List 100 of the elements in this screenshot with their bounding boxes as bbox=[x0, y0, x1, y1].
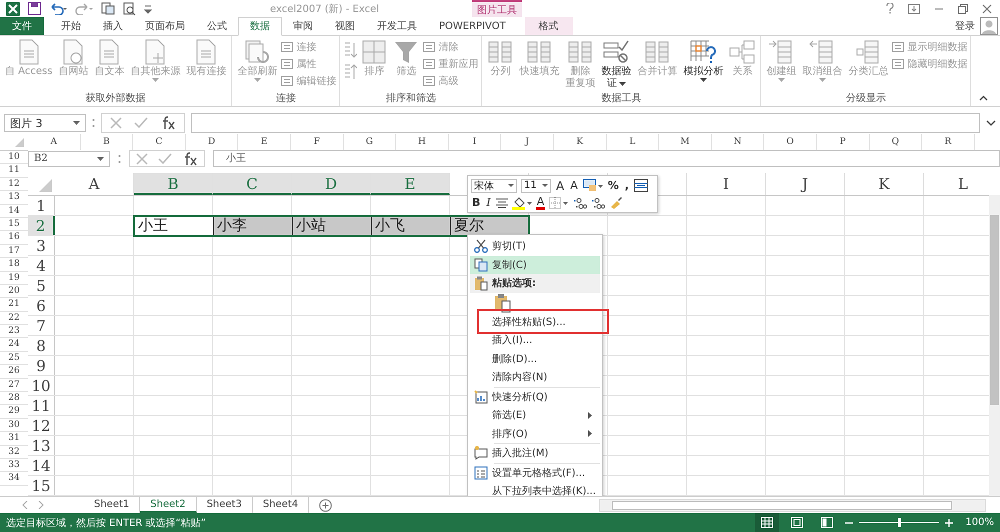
zoom-in-icon[interactable] bbox=[945, 518, 954, 526]
undo-icon[interactable] bbox=[49, 2, 67, 14]
close-icon[interactable] bbox=[982, 4, 992, 14]
column-header[interactable]: Q bbox=[870, 134, 922, 150]
name-box[interactable]: 图片 3 bbox=[4, 114, 86, 132]
more-icon bbox=[92, 118, 95, 128]
group-label: 获取外部数据 bbox=[84, 92, 147, 106]
expand-formula-icon[interactable] bbox=[986, 120, 996, 126]
bold-button[interactable]: B bbox=[471, 196, 482, 210]
column-header[interactable]: E bbox=[238, 134, 291, 150]
menu-item[interactable]: 复制(C) bbox=[470, 256, 600, 274]
borders-icon[interactable] bbox=[549, 196, 570, 208]
status-message: 选定目标区域，然后按 ENTER 或选择“粘贴” bbox=[6, 516, 206, 530]
format-painter-icon[interactable] bbox=[609, 196, 624, 209]
group-label: 排序和筛选 bbox=[384, 92, 437, 106]
decimal-icon[interactable] bbox=[573, 196, 588, 208]
italic-button[interactable]: I bbox=[485, 196, 492, 210]
ribbon-button[interactable]: 模拟分析 bbox=[681, 38, 726, 83]
row-header: 3 bbox=[28, 236, 55, 255]
merge-cells-icon[interactable] bbox=[634, 179, 648, 192]
column-header[interactable]: O bbox=[764, 134, 817, 150]
help-icon[interactable] bbox=[886, 3, 894, 14]
number-format-button[interactable]: % bbox=[606, 178, 620, 192]
sheet-tab[interactable]: Sheet2 bbox=[140, 497, 197, 513]
menu-item[interactable]: 删除(D)... bbox=[470, 350, 600, 368]
ribbon-tab[interactable]: 页面布局 bbox=[134, 17, 196, 35]
normal-view-button[interactable] bbox=[755, 513, 780, 532]
font-size-dropdown[interactable]: 11 bbox=[521, 178, 551, 192]
menu-item[interactable]: 从下拉列表中选择(K)... bbox=[470, 482, 600, 496]
grow-font-button[interactable]: A bbox=[555, 178, 566, 192]
ribbon-tab[interactable]: 格式 bbox=[524, 17, 573, 35]
ribbon-tab[interactable]: 数据 bbox=[238, 17, 282, 36]
column-header[interactable]: M bbox=[659, 134, 712, 150]
save-icon[interactable] bbox=[28, 2, 41, 15]
zoom-slider-thumb[interactable] bbox=[898, 518, 902, 527]
column-header[interactable]: G bbox=[344, 134, 396, 150]
zoom-level[interactable]: 100% bbox=[965, 517, 994, 528]
column-header[interactable]: K bbox=[554, 134, 607, 150]
menu-item[interactable]: 排序(O) bbox=[470, 424, 600, 443]
context-tab-group: 图片工具 bbox=[472, 0, 522, 17]
menu-item[interactable]: 清除内容(N) bbox=[470, 368, 600, 386]
restore-icon[interactable] bbox=[958, 4, 968, 14]
center-align-icon[interactable] bbox=[496, 198, 508, 208]
column-header[interactable]: N bbox=[712, 134, 764, 150]
ribbon-tab[interactable]: 开始 bbox=[50, 17, 92, 35]
font-color-button[interactable]: A bbox=[536, 196, 546, 210]
column-header[interactable]: J bbox=[501, 134, 554, 150]
caret-icon bbox=[508, 184, 514, 187]
more-icon bbox=[118, 154, 121, 164]
copy-icon[interactable] bbox=[101, 2, 115, 15]
menu-item[interactable]: 选择性粘贴(S)... bbox=[470, 312, 600, 331]
sign-in-link[interactable]: 登录 bbox=[955, 19, 975, 33]
ribbon-tab[interactable]: 开发工具 bbox=[366, 17, 428, 35]
ribbon-tab[interactable]: 视图 bbox=[324, 17, 366, 35]
column-header[interactable]: P bbox=[816, 134, 870, 150]
clipboard-icon[interactable] bbox=[494, 292, 512, 312]
shrink-font-button[interactable]: A bbox=[569, 178, 579, 192]
formula-input[interactable] bbox=[191, 113, 980, 133]
column-header[interactable]: R bbox=[922, 134, 975, 150]
menu-item[interactable]: 快速分析(Q) bbox=[470, 388, 600, 406]
scrollbar[interactable] bbox=[989, 195, 1000, 496]
column-header[interactable]: C bbox=[133, 134, 186, 150]
number-format-button[interactable]: , bbox=[624, 178, 630, 192]
column-header[interactable]: L bbox=[606, 134, 660, 150]
column-header[interactable]: I bbox=[448, 134, 502, 150]
cell-style-icon[interactable] bbox=[582, 179, 603, 192]
enter-icon bbox=[158, 152, 172, 164]
relationships-icon bbox=[729, 39, 756, 65]
column-header: J bbox=[766, 173, 845, 195]
menu-item[interactable]: 插入批注(M) bbox=[470, 444, 600, 462]
ribbon-tab[interactable]: 公式 bbox=[196, 17, 238, 35]
column-header: B bbox=[134, 173, 213, 195]
font-dropdown[interactable]: 宋体 bbox=[471, 178, 517, 192]
menu-item[interactable]: 筛选(E) bbox=[470, 406, 600, 424]
ribbon-tab[interactable]: POWERPIVOT bbox=[428, 17, 517, 35]
collapse-ribbon-icon[interactable] bbox=[979, 95, 988, 101]
decimal-icon[interactable] bbox=[591, 196, 606, 208]
ribbon-tab[interactable]: 插入 bbox=[92, 17, 134, 35]
ribbon-button[interactable]: 数据验 证 bbox=[599, 38, 634, 91]
print-preview-icon[interactable] bbox=[123, 2, 136, 16]
table-cell: 小李 bbox=[213, 216, 292, 235]
row-header: 9 bbox=[28, 356, 55, 375]
add-sheet-icon[interactable] bbox=[319, 498, 332, 512]
file-tab[interactable]: 文件 bbox=[0, 17, 44, 35]
column-header[interactable]: F bbox=[290, 134, 344, 150]
ribbon-display-icon[interactable] bbox=[908, 4, 920, 14]
customize-icon[interactable] bbox=[144, 4, 152, 14]
menu-item[interactable]: 设置单元格格式(F)... bbox=[470, 464, 600, 482]
menu-item[interactable]: 插入(I)... bbox=[470, 331, 600, 350]
fill-color-icon[interactable] bbox=[512, 196, 532, 210]
column-header[interactable]: H bbox=[396, 134, 449, 150]
menu-item[interactable]: 剪切(T) bbox=[470, 237, 600, 256]
ribbon-tab[interactable]: 审阅 bbox=[282, 17, 324, 35]
avatar-icon[interactable] bbox=[980, 17, 998, 35]
caret-icon bbox=[542, 184, 548, 187]
scrollbar[interactable] bbox=[599, 498, 986, 512]
row-header: 14 bbox=[28, 456, 55, 475]
table-cell: 小飞 bbox=[371, 216, 450, 235]
row-header[interactable]: 10 bbox=[0, 151, 28, 164]
insert-function-icon[interactable] bbox=[160, 116, 176, 130]
